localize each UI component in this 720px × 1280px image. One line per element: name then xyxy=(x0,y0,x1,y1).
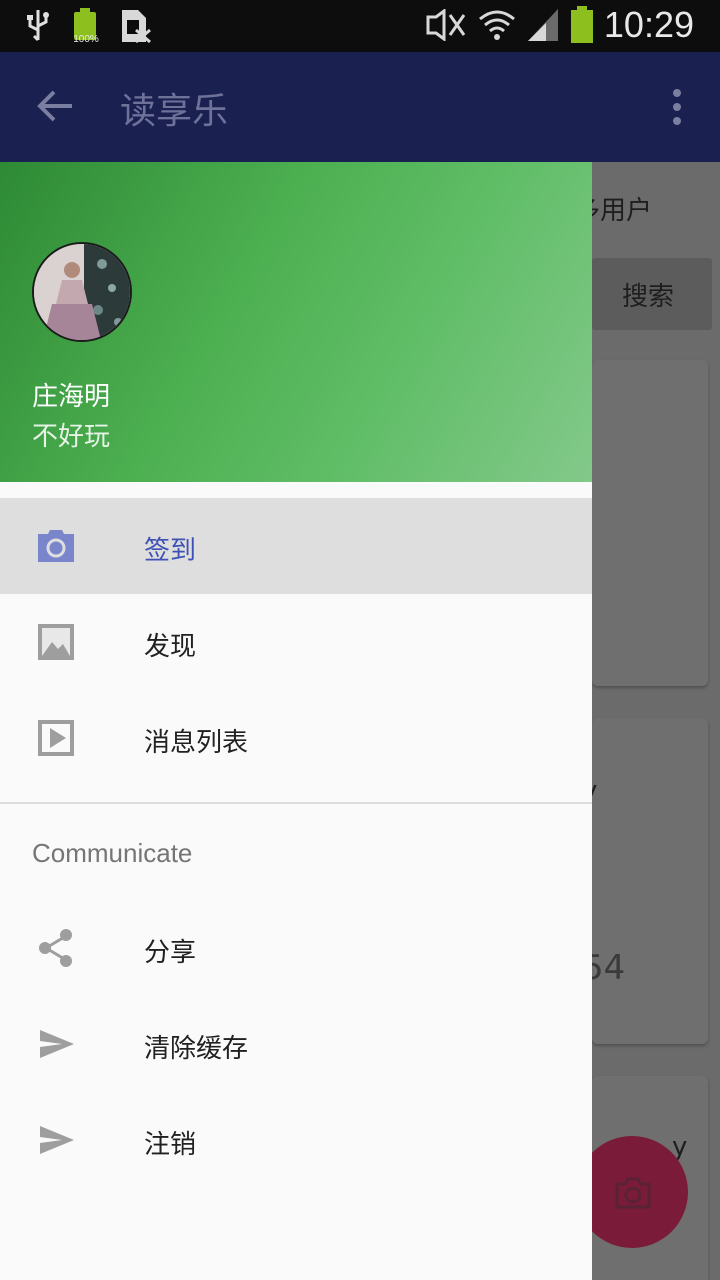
share-icon xyxy=(39,929,72,967)
nav-item-label: 消息列表 xyxy=(144,728,249,758)
battery-full-icon: 100% xyxy=(72,8,99,45)
back-arrow-icon[interactable] xyxy=(36,86,76,126)
avatar[interactable] xyxy=(32,242,132,342)
app-bar: 读享乐 xyxy=(0,52,720,162)
nav-item-logout[interactable]: 注销 xyxy=(0,1092,592,1188)
nav-item-discover[interactable]: 发现 xyxy=(0,594,592,690)
nfc-muted-icon xyxy=(426,9,466,41)
battery-icon xyxy=(570,6,593,43)
battery-percent: 100% xyxy=(73,34,99,45)
drawer-divider xyxy=(0,802,592,804)
signal-icon xyxy=(527,9,558,41)
nav-item-share[interactable]: 分享 xyxy=(0,900,592,996)
nav-item-label: 清除缓存 xyxy=(144,1034,249,1064)
app-title: 读享乐 xyxy=(120,91,229,132)
status-bar: 100% 10:29 xyxy=(0,0,720,52)
user-subtitle: 不好玩 xyxy=(32,422,111,452)
clock: 10:29 xyxy=(603,4,694,45)
no-sim-icon xyxy=(122,10,151,44)
usb-icon xyxy=(27,10,49,42)
avatar-image xyxy=(34,244,130,340)
nav-item-label: 分享 xyxy=(144,938,197,968)
send-icon xyxy=(40,1030,74,1058)
nav-item-label: 签到 xyxy=(144,536,197,566)
nav-item-messages[interactable]: 消息列表 xyxy=(0,690,592,786)
wifi-icon xyxy=(478,10,515,40)
content-card[interactable] xyxy=(592,360,708,686)
slideshow-icon xyxy=(38,720,74,756)
image-icon xyxy=(38,624,74,660)
nav-item-checkin[interactable]: 签到 xyxy=(0,498,592,594)
search-button-label: 搜索 xyxy=(622,282,675,312)
drawer-header: 庄海明 不好玩 xyxy=(0,162,592,482)
search-button[interactable]: 搜索 xyxy=(592,258,712,330)
nav-item-clear-cache[interactable]: 清除缓存 xyxy=(0,996,592,1092)
camera-icon xyxy=(38,530,74,562)
user-name: 庄海明 xyxy=(32,382,111,412)
more-vert-icon[interactable] xyxy=(672,88,682,128)
nav-item-label: 注销 xyxy=(144,1130,197,1160)
content-card[interactable]: y 54 xyxy=(582,718,708,1044)
section-title: Communicate xyxy=(32,838,193,868)
nav-item-label: 发现 xyxy=(144,632,197,662)
navigation-drawer: 庄海明 不好玩 签到 发现 消息列表 Communicate 分享 清除缓存 注… xyxy=(0,162,592,1280)
camera-fab[interactable] xyxy=(576,1136,688,1248)
send-icon xyxy=(40,1126,74,1154)
camera-icon xyxy=(615,1177,651,1209)
